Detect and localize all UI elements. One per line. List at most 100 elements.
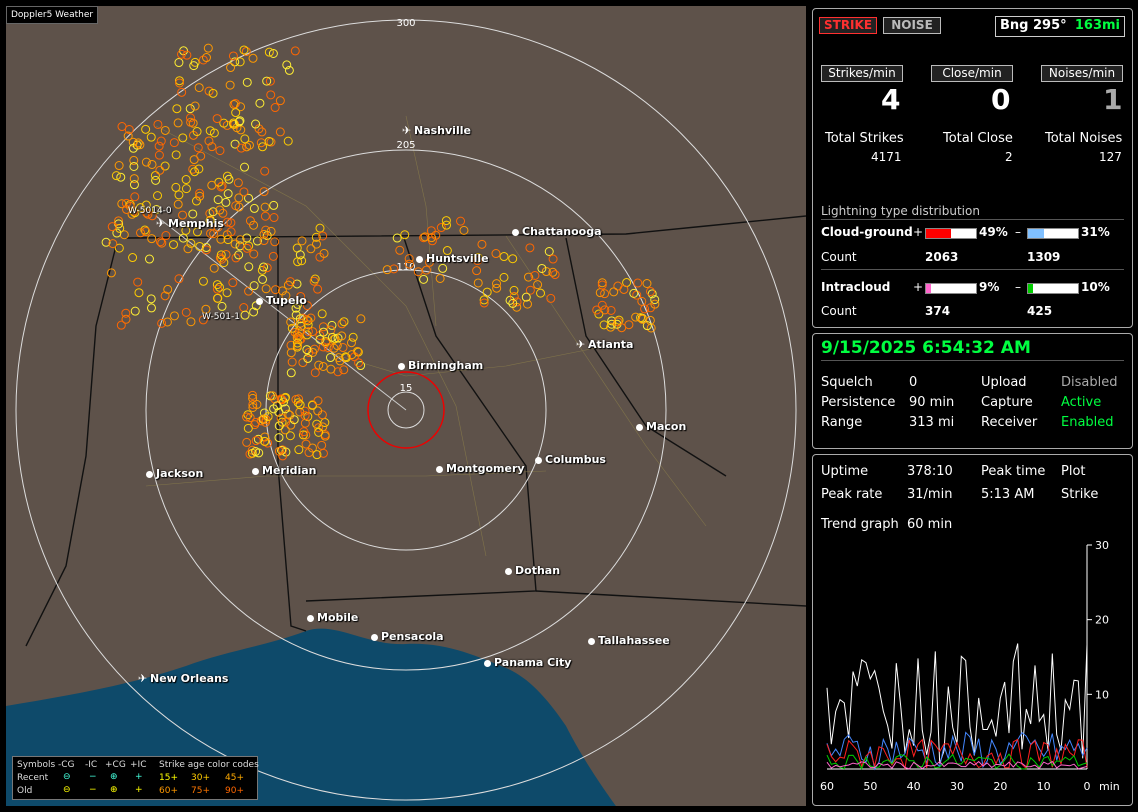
cg-plus: + <box>913 225 924 239</box>
airport-icon: ✈ <box>576 338 586 351</box>
distance-value: 163mi <box>1074 18 1120 33</box>
old-neg-cg-icon: ⊖ <box>63 785 71 795</box>
strike-symbol <box>130 192 140 202</box>
strike-symbol <box>236 143 246 153</box>
age-code: 60+ <box>159 786 178 796</box>
strike-symbol <box>196 151 206 161</box>
strike-symbol <box>243 423 253 433</box>
strikes-per-min-button[interactable]: Strikes/min <box>821 65 903 82</box>
y-tick-label: 10 <box>1095 688 1109 701</box>
strike-symbol <box>222 288 232 298</box>
strike-symbol <box>174 190 184 200</box>
strike-indicator[interactable]: STRIKE <box>819 17 877 34</box>
bearing-readout: Bng 295° 163mi <box>995 16 1125 37</box>
strike-symbol <box>421 265 431 275</box>
strike-symbol <box>499 272 509 282</box>
strike-symbol <box>212 280 222 290</box>
city-dot <box>146 471 153 478</box>
total-strikes-label: Total Strikes <box>825 131 904 146</box>
squelch-label: Squelch <box>821 375 873 390</box>
x-tick-label: 30 <box>950 780 964 793</box>
city-label: Pensacola <box>381 630 444 643</box>
range-label: Range <box>821 415 863 430</box>
uptime-label: Uptime <box>821 464 869 479</box>
city-dot <box>512 229 519 236</box>
receiver-label: Receiver <box>981 415 1038 430</box>
city-dot <box>256 298 263 305</box>
strike-symbol <box>222 171 232 181</box>
total-noises: 127 <box>1099 150 1122 164</box>
strike-symbol <box>249 249 259 259</box>
strike-symbol <box>134 288 144 298</box>
strike-symbol <box>155 165 165 175</box>
city-dot <box>505 568 512 575</box>
strike-symbol <box>260 202 270 212</box>
radar-map[interactable]: 300 205 110 15 Doppler5 Weather ✈ Nashvil… <box>6 6 806 806</box>
strike-symbol <box>550 270 560 280</box>
x-tick-label: 10 <box>1037 780 1051 793</box>
upload-value: Disabled <box>1061 375 1118 390</box>
city-label: Atlanta <box>588 338 634 351</box>
ic-count-label: Count <box>821 304 857 318</box>
strike-symbol <box>249 203 259 213</box>
strike-symbol <box>268 251 278 261</box>
strike-symbol <box>395 245 405 255</box>
strike-symbol <box>174 58 184 68</box>
app-title: Doppler5 Weather <box>6 6 99 24</box>
strike-symbol <box>613 281 623 291</box>
strike-symbol <box>239 45 249 55</box>
total-strikes: 4171 <box>871 150 902 164</box>
strike-symbol <box>290 46 300 56</box>
strike-symbol <box>459 225 469 235</box>
strike-symbol <box>225 80 235 90</box>
strike-symbol <box>171 150 181 160</box>
strike-symbol <box>181 175 191 185</box>
strike-symbol <box>456 216 466 226</box>
city-label: Montgomery <box>446 462 525 475</box>
noises-per-min: 1 <box>1103 83 1123 116</box>
trend-graph-label: Trend graph <box>821 517 899 532</box>
cg-neg-pct: 31% <box>1081 225 1110 239</box>
ring-label-15: 15 <box>400 383 413 394</box>
plot-value[interactable]: Strike <box>1061 487 1098 502</box>
strike-symbol <box>260 166 270 176</box>
age-code: 45+ <box>225 773 244 783</box>
distribution-title: Lightning type distribution <box>821 204 980 218</box>
upload-label: Upload <box>981 375 1027 390</box>
total-close-label: Total Close <box>943 131 1013 146</box>
strike-symbol <box>326 325 336 335</box>
noise-indicator[interactable]: NOISE <box>883 17 941 34</box>
strike-symbol <box>129 180 139 190</box>
strike-symbol <box>624 320 634 330</box>
old-neg-ic-icon: − <box>89 785 97 795</box>
strike-symbol <box>317 440 327 450</box>
strike-symbol <box>160 161 170 171</box>
old-pos-cg-icon: ⊕ <box>110 785 118 795</box>
legend-col: +IC <box>130 760 147 770</box>
system-status-panel: 9/15/2025 6:54:32 AM Squelch 0 Upload Di… <box>812 333 1133 449</box>
annotation-label: W-501-1 <box>202 312 240 322</box>
strike-symbol <box>435 273 445 283</box>
strike-symbol <box>114 161 124 171</box>
cg-count-label: Count <box>821 250 857 264</box>
cg-pos-bar <box>925 228 977 239</box>
strike-symbol <box>242 77 252 87</box>
cg-neg-count: 1309 <box>1027 250 1061 264</box>
strike-symbol <box>285 431 295 441</box>
strike-symbol <box>226 63 236 73</box>
noises-per-min-button[interactable]: Noises/min <box>1041 65 1123 82</box>
strike-symbol <box>193 143 203 153</box>
strike-symbol <box>169 240 179 250</box>
strike-symbol <box>306 244 316 254</box>
strike-symbol <box>233 178 243 188</box>
strike-symbol <box>234 193 244 203</box>
cg-minus: – <box>1015 225 1021 239</box>
strike-symbol <box>213 284 223 294</box>
close-per-min-button[interactable]: Close/min <box>931 65 1013 82</box>
strike-symbol <box>258 274 268 284</box>
city-dot <box>484 660 491 667</box>
strike-symbol <box>548 254 558 264</box>
strike-symbol <box>169 138 179 148</box>
strike-symbol <box>240 310 250 320</box>
strike-symbol <box>499 252 509 262</box>
